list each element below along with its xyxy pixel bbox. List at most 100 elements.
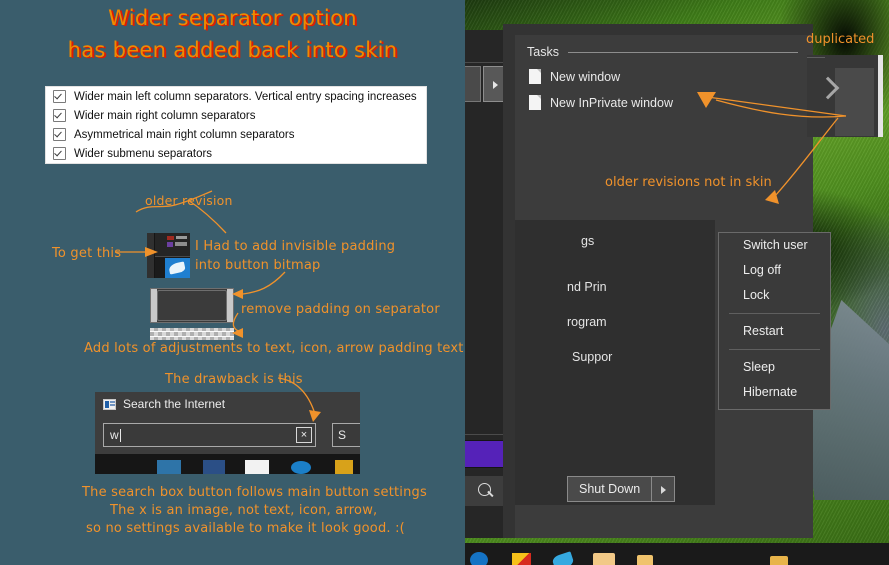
left-column-separator-lower: [465, 434, 503, 435]
task-label: New window: [550, 70, 620, 84]
browser-icon[interactable]: [470, 552, 488, 565]
text-caret: [120, 429, 121, 442]
option-label: Wider main right column separators: [74, 110, 256, 122]
bitmap-button-face: [157, 290, 227, 321]
document-icon: [529, 69, 541, 84]
annotation-remove-padding: remove padding on separator: [241, 302, 440, 317]
checkbox-checked-icon[interactable]: [53, 147, 66, 160]
menu-separator: [729, 349, 820, 350]
bitmap-pixel-gray-2: [175, 242, 187, 246]
bitmap-left-strip: [147, 233, 155, 278]
desktop-area: Tasks New window New InPrivate window gs…: [465, 0, 889, 565]
annotation-add-lots: Add lots of adjustments to text, icon, a…: [84, 341, 464, 356]
menu-separator: [729, 313, 820, 314]
list-item[interactable]: Asymmetrical main right column separator…: [46, 125, 426, 144]
menu-item-log-off[interactable]: Log off: [719, 258, 830, 283]
mock-taskbar-icon-3: [245, 460, 269, 474]
option-label: Asymmetrical main right column separator…: [74, 129, 295, 141]
shutdown-button-group: Shut Down: [567, 476, 675, 502]
page-title-line1: Wider separator option: [0, 6, 465, 30]
start-menu-left-column: [465, 30, 507, 538]
list-item[interactable]: Suppor: [572, 350, 612, 364]
folder-icon-3[interactable]: [770, 556, 788, 565]
tasks-header-separator: [568, 52, 798, 53]
checkbox-checked-icon[interactable]: [53, 90, 66, 103]
search-window-titlebar: Search the Internet: [95, 392, 360, 416]
mock-taskbar-icon-5: [335, 460, 353, 474]
clear-search-button[interactable]: ×: [296, 427, 312, 443]
sample-top-separator: [807, 57, 825, 58]
annotation-duplicated: duplicated: [806, 32, 874, 47]
bitmap-pixel-purple: [167, 242, 173, 247]
shutdown-button[interactable]: Shut Down: [567, 476, 652, 502]
sample-right-edge: [878, 55, 883, 137]
menu-item-hibernate[interactable]: Hibernate: [719, 380, 830, 405]
annotation-invisible-padding-line1: I Had to add invisible padding: [195, 239, 395, 254]
annotation-footer-line1: The search box button follows main butto…: [82, 485, 427, 500]
left-column-button-partial[interactable]: [465, 66, 481, 102]
left-column-separator: [465, 62, 503, 63]
list-item[interactable]: nd Prin: [567, 280, 607, 294]
bitmap-separator-line-1: [150, 331, 234, 332]
mock-taskbar-icon-4: [291, 461, 311, 474]
list-item[interactable]: Wider main right column separators: [46, 106, 426, 125]
older-revision-button-bitmap: [147, 233, 190, 278]
left-column-highlight-tile[interactable]: [465, 440, 507, 468]
shutdown-options-button[interactable]: [652, 476, 675, 502]
taskbar[interactable]: [465, 543, 889, 565]
paint-icon[interactable]: [551, 551, 574, 565]
checkbox-checked-icon[interactable]: [53, 128, 66, 141]
start-menu-right-pane: Tasks New window New InPrivate window gs…: [503, 24, 813, 538]
mock-taskbar-icon-1: [157, 460, 181, 474]
list-item[interactable]: Wider main left column separators. Verti…: [46, 87, 426, 106]
start-menu-search-box[interactable]: [465, 476, 507, 506]
mock-taskbar-strip: [95, 454, 360, 474]
option-label: Wider submenu separators: [74, 148, 212, 160]
sample-button-inner: [835, 68, 874, 136]
search-input-value: w: [110, 428, 119, 442]
menu-item-sleep[interactable]: Sleep: [719, 355, 830, 380]
page-title-line2: has been added back into skin: [0, 38, 465, 62]
folder-icon-2[interactable]: [637, 555, 653, 565]
folder-icon[interactable]: [593, 553, 615, 565]
tasks-header-label: Tasks: [527, 45, 559, 59]
annotation-older-revision: older revision: [145, 193, 233, 208]
search-submit-button[interactable]: S: [332, 423, 360, 447]
checkbox-checked-icon[interactable]: [53, 109, 66, 122]
list-item[interactable]: rogram: [567, 315, 607, 329]
menu-item-lock[interactable]: Lock: [719, 283, 830, 308]
search-input[interactable]: w ×: [103, 423, 316, 447]
menu-item-restart[interactable]: Restart: [719, 319, 830, 344]
tasks-section-header: Tasks: [527, 45, 802, 59]
search-the-internet-window: Search the Internet w × S: [95, 392, 360, 474]
option-label: Wider main left column separators. Verti…: [74, 91, 417, 103]
document-icon: [529, 95, 541, 110]
search-window-title: Search the Internet: [123, 397, 225, 411]
chevron-right-icon: [661, 486, 666, 494]
annotation-older-revisions-not-in-skin: older revisions not in skin: [605, 175, 772, 190]
list-item[interactable]: New window: [529, 69, 620, 84]
annotation-drawback: The drawback is this: [165, 372, 303, 387]
list-item[interactable]: gs: [581, 234, 594, 248]
chevron-right-icon: [493, 81, 498, 89]
options-checkbox-panel: Wider main left column separators. Verti…: [45, 86, 427, 164]
annotation-to-get-this: To get this: [52, 246, 121, 261]
annotation-footer-line2: The x is an image, not text, icon, arrow…: [110, 503, 377, 518]
bitmap-transparency-checker: [150, 328, 234, 340]
separator-bitmap-sample: [150, 328, 234, 340]
mock-taskbar-icon-2: [203, 460, 225, 474]
internet-explorer-icon: [103, 399, 116, 410]
media-player-icon[interactable]: [512, 553, 531, 565]
task-label: New InPrivate window: [550, 96, 673, 110]
bitmap-separator-line-2: [150, 336, 234, 337]
annotation-footer-line3: so no settings available to make it look…: [86, 521, 405, 536]
annotation-invisible-padding-line2: into button bitmap: [195, 258, 321, 273]
list-item[interactable]: New InPrivate window: [529, 95, 673, 110]
bitmap-right-padding: [227, 289, 233, 322]
bitmap-pixel-red: [167, 236, 174, 240]
bitmap-pixel-gray: [176, 236, 187, 239]
menu-item-switch-user[interactable]: Switch user: [719, 233, 830, 258]
power-options-submenu: Switch user Log off Lock Restart Sleep H…: [718, 232, 831, 410]
duplicated-arrow-button-sample[interactable]: [807, 55, 878, 137]
list-item[interactable]: Wider submenu separators: [46, 144, 426, 163]
